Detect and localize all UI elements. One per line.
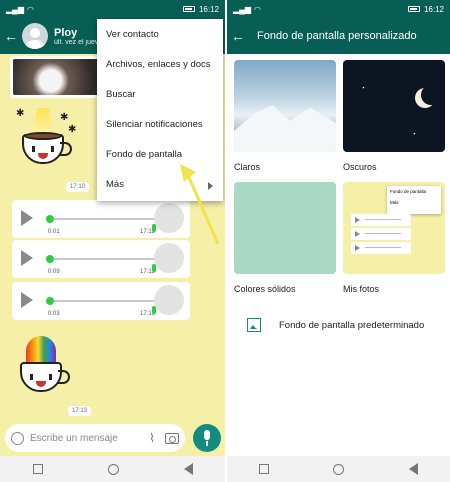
chevron-right-icon [208, 182, 213, 190]
wallpaper-screen: ▂▄▆ ◠ 16:12 ← Fondo de pantalla personal… [227, 0, 450, 482]
wallpaper-option-solidos[interactable] [234, 182, 336, 274]
preview-menu-item: Más [390, 200, 399, 205]
voice-progress-handle[interactable] [46, 297, 54, 305]
menu-item-buscar[interactable]: Buscar [97, 80, 223, 110]
voice-progress-handle[interactable] [46, 255, 54, 263]
voice-progress-track[interactable] [48, 258, 156, 260]
menu-item-fondo[interactable]: Fondo de pantalla [97, 140, 223, 170]
voice-duration: 0:03 [48, 311, 60, 317]
preview-menu: Fondo de pantalla Más [387, 186, 441, 214]
wifi-icon: ◠ [253, 4, 261, 14]
star-icon: ✱ [60, 112, 69, 123]
voice-message[interactable]: 0:01 17:11 [12, 200, 190, 238]
play-icon[interactable] [21, 292, 33, 308]
image-icon [247, 318, 261, 332]
moon-icon [415, 85, 441, 108]
voice-progress-handle[interactable] [46, 215, 54, 223]
voice-progress-track[interactable] [48, 218, 156, 220]
wifi-icon: ◠ [26, 4, 34, 14]
wallpaper-option-mis-fotos[interactable]: Fondo de pantalla Más [343, 182, 445, 274]
home-icon[interactable] [107, 463, 119, 475]
photo-thumbnail [13, 59, 107, 95]
wallpaper-label-oscuros: Oscuros [343, 162, 377, 172]
status-bar: ▂▄▆ ◠ 16:12 [0, 0, 225, 18]
play-icon[interactable] [21, 250, 33, 266]
menu-item-mas-label: Más [106, 179, 124, 190]
menu-item-ver-contacto[interactable]: Ver contacto [97, 20, 223, 50]
preview-voice [351, 214, 411, 226]
menu-item-silenciar[interactable]: Silenciar notificaciones [97, 110, 223, 140]
system-nav-bar [227, 456, 450, 482]
preview-voice [351, 242, 411, 254]
star-icon: ✱ [68, 124, 77, 135]
star-icon: ✱ [16, 108, 25, 119]
avatar[interactable] [22, 23, 48, 49]
cup-handle [60, 142, 72, 156]
voice-duration: 0:09 [48, 269, 60, 275]
signal-icon: ▂▄▆ [233, 4, 251, 14]
status-time: 16:12 [423, 4, 444, 14]
camera-icon[interactable] [165, 432, 179, 444]
recents-icon[interactable] [32, 464, 43, 474]
message-composer[interactable]: Escribe un mensaje ⌇ [5, 424, 185, 452]
wallpaper-label-mis-fotos: Mis fotos [343, 284, 380, 294]
recents-icon[interactable] [259, 464, 270, 474]
play-icon[interactable] [21, 210, 33, 226]
coffee-sticker[interactable]: ✱ ✱ ✱ [14, 108, 76, 170]
battery-icon [182, 6, 195, 12]
home-icon[interactable] [333, 463, 345, 475]
preview-voice [351, 228, 411, 240]
avatar [154, 243, 184, 273]
page-title: Fondo de pantalla personalizado [257, 30, 417, 42]
emoji-icon[interactable] [11, 431, 24, 445]
photo-message[interactable] [10, 56, 110, 98]
cup-coffee [24, 132, 62, 140]
battery-icon [407, 6, 420, 12]
back-arrow-icon[interactable]: ← [227, 28, 249, 44]
system-nav-bar [0, 456, 225, 482]
wallpaper-option-oscuros[interactable] [343, 60, 445, 152]
avatar [154, 203, 184, 233]
chat-screen: ▂▄▆ ◠ 16:12 ← Ploy últ. vez el jueves ✱ … [0, 0, 225, 482]
rainbow-cup-sticker[interactable] [12, 336, 74, 398]
wallpaper-label-claros: Claros [234, 162, 261, 172]
wallpaper-option-claros[interactable] [234, 60, 336, 152]
preview-menu-item: Fondo de pantalla [390, 189, 427, 194]
wallpaper-app-bar: ← Fondo de pantalla personalizado [227, 18, 450, 54]
status-bar: ▂▄▆ ◠ 16:12 [227, 0, 450, 18]
menu-item-mas[interactable]: Más [97, 170, 223, 200]
back-nav-icon[interactable] [183, 463, 193, 475]
voice-message[interactable]: 0:09 17:11 [12, 240, 190, 278]
voice-progress-track[interactable] [48, 300, 156, 302]
overflow-menu: Ver contacto Archivos, enlaces y docs Bu… [97, 19, 223, 201]
attach-icon[interactable]: ⌇ [149, 431, 155, 445]
message-input[interactable]: Escribe un mensaje [30, 433, 118, 444]
back-nav-icon[interactable] [408, 463, 418, 475]
status-time: 16:12 [198, 4, 219, 14]
cup-eyes [30, 374, 52, 380]
voice-message[interactable]: 0:03 17:13 [12, 282, 190, 320]
cup-handle [58, 370, 70, 384]
menu-item-archivos[interactable]: Archivos, enlaces y docs [97, 50, 223, 80]
voice-record-button[interactable] [193, 424, 221, 452]
wallpaper-label-solidos: Colores sólidos [234, 284, 296, 294]
voice-duration: 0:01 [48, 229, 60, 235]
default-wallpaper-row[interactable]: Fondo de pantalla predeterminado [247, 318, 424, 332]
avatar [154, 285, 184, 315]
sticker-timestamp: 17:10 [66, 182, 90, 192]
signal-icon: ▂▄▆ [6, 4, 24, 14]
default-wallpaper-label: Fondo de pantalla predeterminado [279, 319, 425, 331]
sticker-timestamp: 17:13 [68, 406, 92, 416]
back-arrow-icon[interactable]: ← [0, 28, 22, 44]
cup-eyes [32, 146, 54, 152]
